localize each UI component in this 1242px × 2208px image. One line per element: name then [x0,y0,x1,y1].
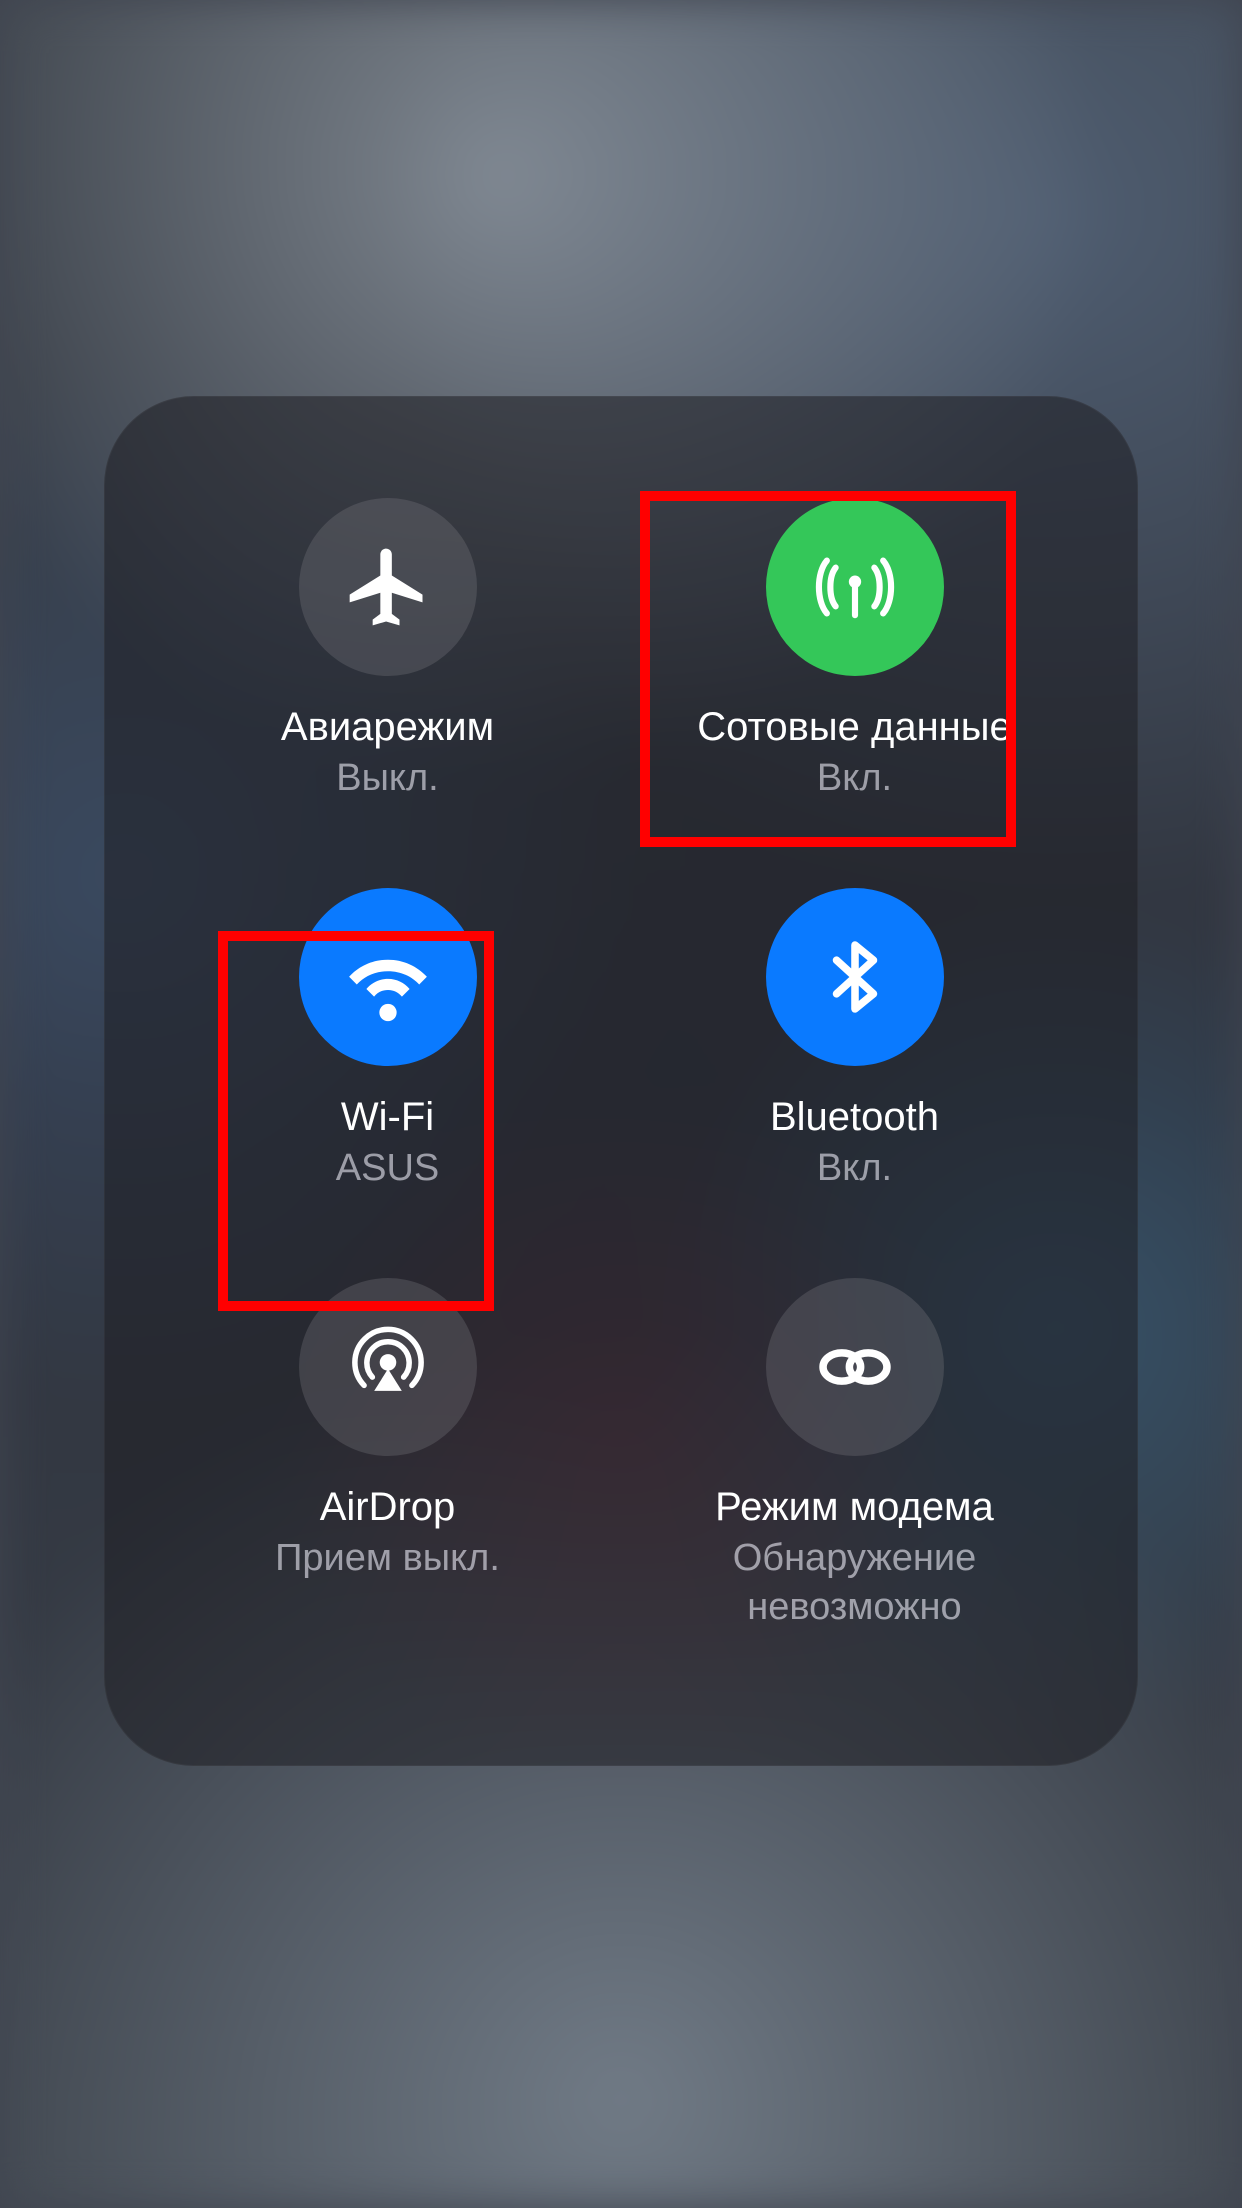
bluetooth-status: Вкл. [817,1144,892,1193]
airdrop-status: Прием выкл. [275,1534,500,1583]
wifi-icon [340,929,436,1025]
airplane-mode-tile: Авиарежим Выкл. [154,476,621,866]
cellular-data-button[interactable] [766,498,944,676]
cellular-data-tile: Сотовые данные Вкл. [621,476,1088,866]
airplane-mode-label: Авиарежим [281,702,494,752]
airplane-icon [342,541,434,633]
cellular-antenna-icon [811,543,899,631]
wifi-button[interactable] [299,888,477,1066]
connectivity-grid: Авиарежим Выкл. Сотовые данные Вкл [104,396,1138,1766]
connectivity-panel: Авиарежим Выкл. Сотовые данные Вкл [104,396,1138,1766]
airdrop-tile: AirDrop Прием выкл. [154,1256,621,1646]
hotspot-button[interactable] [766,1278,944,1456]
airplane-mode-status: Выкл. [336,754,438,803]
hotspot-label: Режим модема [715,1482,994,1532]
airdrop-button[interactable] [299,1278,477,1456]
wifi-status: ASUS [336,1144,439,1193]
hotspot-tile: Режим модема Обнаружение невозможно [621,1256,1088,1646]
wifi-label: Wi-Fi [341,1092,434,1142]
hotspot-status: Обнаружение невозможно [621,1534,1088,1633]
cellular-data-status: Вкл. [817,754,892,803]
bluetooth-button[interactable] [766,888,944,1066]
airdrop-label: AirDrop [320,1482,456,1532]
bluetooth-label: Bluetooth [770,1092,939,1142]
airdrop-icon [342,1321,434,1413]
cellular-data-label: Сотовые данные [697,702,1012,752]
wifi-tile: Wi-Fi ASUS [154,866,621,1256]
bluetooth-tile: Bluetooth Вкл. [621,866,1088,1256]
airplane-mode-button[interactable] [299,498,477,676]
bluetooth-icon [813,935,897,1019]
hotspot-chain-icon [808,1320,902,1414]
